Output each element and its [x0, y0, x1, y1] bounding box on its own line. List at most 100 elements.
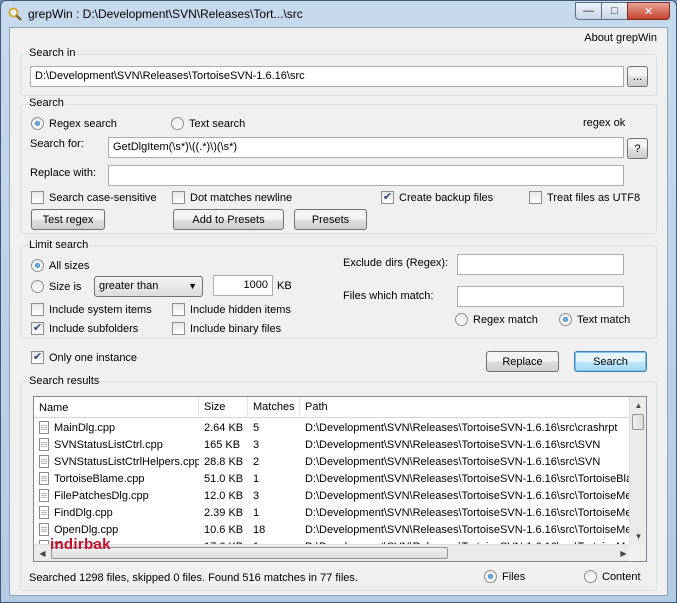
window-controls: — □ ✕	[575, 2, 670, 20]
column-name[interactable]: Name	[34, 397, 199, 418]
exclude-dirs-input[interactable]	[457, 254, 624, 275]
case-sensitive-label: Search case-sensitive	[49, 191, 157, 204]
table-row[interactable]: SVNStatusListCtrlHelpers.cpp 28.8 KB 2 D…	[34, 453, 632, 470]
table-row[interactable]: OpenDlg.cpp 10.6 KB 18 D:\Development\SV…	[34, 521, 632, 538]
file-size: 28.8 KB	[204, 455, 244, 468]
backup-check: ✔	[381, 191, 394, 204]
maximize-icon: □	[611, 5, 618, 17]
file-name: MainDlg.cpp	[54, 421, 116, 434]
document-icon	[39, 506, 49, 519]
size-value-input[interactable]: 1000	[213, 275, 273, 296]
replace-with-label: Replace with:	[30, 167, 97, 179]
file-size: 51.0 KB	[204, 472, 244, 485]
search-button[interactable]: Search	[574, 351, 647, 372]
hidden-items-label: Include hidden items	[190, 303, 291, 316]
case-sensitive-checkbox[interactable]: Search case-sensitive	[31, 191, 157, 204]
table-row[interactable]: FilePatchesDlg.cpp 12.0 KB 3 D:\Developm…	[34, 487, 632, 504]
regex-search-radio[interactable]: Regex search	[31, 117, 117, 130]
hidden-items-check	[172, 303, 185, 316]
content-view-radio[interactable]: Content	[584, 570, 641, 583]
grepwin-window: grepWin : D:\Development\SVN\Releases\To…	[0, 0, 677, 603]
table-row[interactable]: FindDlg.cpp 2.39 KB 1 D:\Development\SVN…	[34, 504, 632, 521]
file-name: SVNStatusListCtrlHelpers.cpp	[54, 455, 199, 468]
column-path[interactable]: Path	[300, 397, 632, 418]
all-sizes-radio-mark	[31, 259, 44, 272]
scroll-down-icon[interactable]: ▼	[630, 528, 646, 545]
text-search-radio[interactable]: Text search	[171, 117, 245, 130]
files-view-radio[interactable]: Files	[484, 570, 525, 583]
add-to-presets-button[interactable]: Add to Presets	[173, 209, 284, 230]
files-match-input[interactable]	[457, 286, 624, 307]
file-matches: 3	[253, 489, 260, 502]
column-matches[interactable]: Matches	[248, 397, 300, 418]
size-operator-select[interactable]: greater than ▼	[94, 276, 203, 297]
exclude-dirs-label: Exclude dirs (Regex):	[343, 257, 449, 269]
file-path: D:\Development\SVN\Releases\TortoiseSVN-…	[305, 455, 601, 468]
vertical-scroll-thumb[interactable]	[632, 414, 644, 430]
presets-button[interactable]: Presets	[294, 209, 367, 230]
regex-help-button[interactable]: ?	[627, 138, 648, 159]
file-name: FilePatchesDlg.cpp	[54, 489, 149, 502]
scroll-corner	[629, 544, 646, 561]
column-size[interactable]: Size	[199, 397, 248, 418]
about-link[interactable]: About grepWin	[584, 32, 657, 44]
table-row[interactable]: SVNStatusListCtrl.cpp 165 KB 3 D:\Develo…	[34, 436, 632, 453]
file-path: D:\Development\SVN\Releases\TortoiseSVN-…	[305, 523, 632, 536]
maximize-button[interactable]: □	[601, 2, 627, 20]
horizontal-scrollbar[interactable]: ◀ ▶	[34, 544, 632, 561]
subfolders-checkbox[interactable]: ✔ Include subfolders	[31, 322, 138, 335]
results-list[interactable]: Name Size Matches Path MainDlg.cpp 2.64 …	[33, 396, 647, 562]
utf8-checkbox[interactable]: Treat files as UTF8	[529, 191, 640, 204]
subfolders-label: Include subfolders	[49, 322, 139, 335]
file-matches: 5	[253, 421, 260, 434]
system-items-label: Include system items	[49, 303, 152, 316]
window-title: grepWin : D:\Development\SVN\Releases\To…	[28, 7, 303, 21]
size-is-radio[interactable]: Size is	[31, 280, 81, 293]
browse-button[interactable]: ...	[627, 66, 648, 87]
dot-newline-checkbox[interactable]: Dot matches newline	[172, 191, 292, 204]
subfolders-check: ✔	[31, 322, 44, 335]
files-view-label: Files	[502, 570, 526, 583]
utf8-check	[529, 191, 542, 204]
scroll-left-icon[interactable]: ◀	[34, 545, 51, 561]
limit-search-label: Limit search	[28, 239, 90, 251]
close-button[interactable]: ✕	[627, 2, 670, 20]
vertical-scrollbar[interactable]: ▲ ▼	[629, 397, 646, 545]
binary-files-checkbox[interactable]: Include binary files	[172, 322, 281, 335]
file-size: 165 KB	[204, 438, 241, 451]
hidden-items-checkbox[interactable]: Include hidden items	[172, 303, 291, 316]
content-view-label: Content	[602, 570, 641, 583]
text-match-radio[interactable]: Text match	[559, 313, 630, 326]
title-bar[interactable]: grepWin : D:\Development\SVN\Releases\To…	[1, 1, 676, 27]
search-in-label: Search in	[28, 47, 77, 59]
utf8-label: Treat files as UTF8	[547, 191, 641, 204]
backup-checkbox[interactable]: ✔ Create backup files	[381, 191, 493, 204]
minimize-button[interactable]: —	[575, 2, 601, 20]
file-matches: 1	[253, 472, 260, 485]
search-for-input[interactable]: GetDlgItem(\s*)\((.*)\)(\s*)	[108, 137, 624, 158]
size-unit-label: KB	[277, 280, 292, 292]
system-items-checkbox[interactable]: Include system items	[31, 303, 152, 316]
file-matches: 18	[253, 523, 266, 536]
search-results-label: Search results	[28, 375, 101, 387]
replace-button[interactable]: Replace	[486, 351, 559, 372]
replace-with-input[interactable]	[108, 165, 624, 186]
table-row[interactable]: MainDlg.cpp 2.64 KB 5 D:\Development\SVN…	[34, 419, 632, 436]
regex-match-radio[interactable]: Regex match	[455, 313, 538, 326]
file-name: FindDlg.cpp	[54, 506, 113, 519]
file-path: D:\Development\SVN\Releases\TortoiseSVN-…	[305, 489, 632, 502]
document-icon	[39, 455, 49, 468]
backup-label: Create backup files	[399, 191, 494, 204]
scroll-up-icon[interactable]: ▲	[630, 397, 646, 414]
search-path-input[interactable]: D:\Development\SVN\Releases\TortoiseSVN-…	[30, 66, 624, 87]
file-name: OpenDlg.cpp	[54, 523, 119, 536]
file-name: TortoiseBlame.cpp	[54, 472, 145, 485]
text-match-radio-mark	[559, 313, 572, 326]
file-matches: 2	[253, 455, 260, 468]
all-sizes-radio[interactable]: All sizes	[31, 259, 89, 272]
only-one-instance-checkbox[interactable]: ✔ Only one instance	[31, 351, 137, 364]
table-row[interactable]: TortoiseBlame.cpp 51.0 KB 1 D:\Developme…	[34, 470, 632, 487]
test-regex-button[interactable]: Test regex	[31, 209, 105, 230]
file-size: 2.64 KB	[204, 421, 244, 434]
regex-search-radio-mark	[31, 117, 44, 130]
